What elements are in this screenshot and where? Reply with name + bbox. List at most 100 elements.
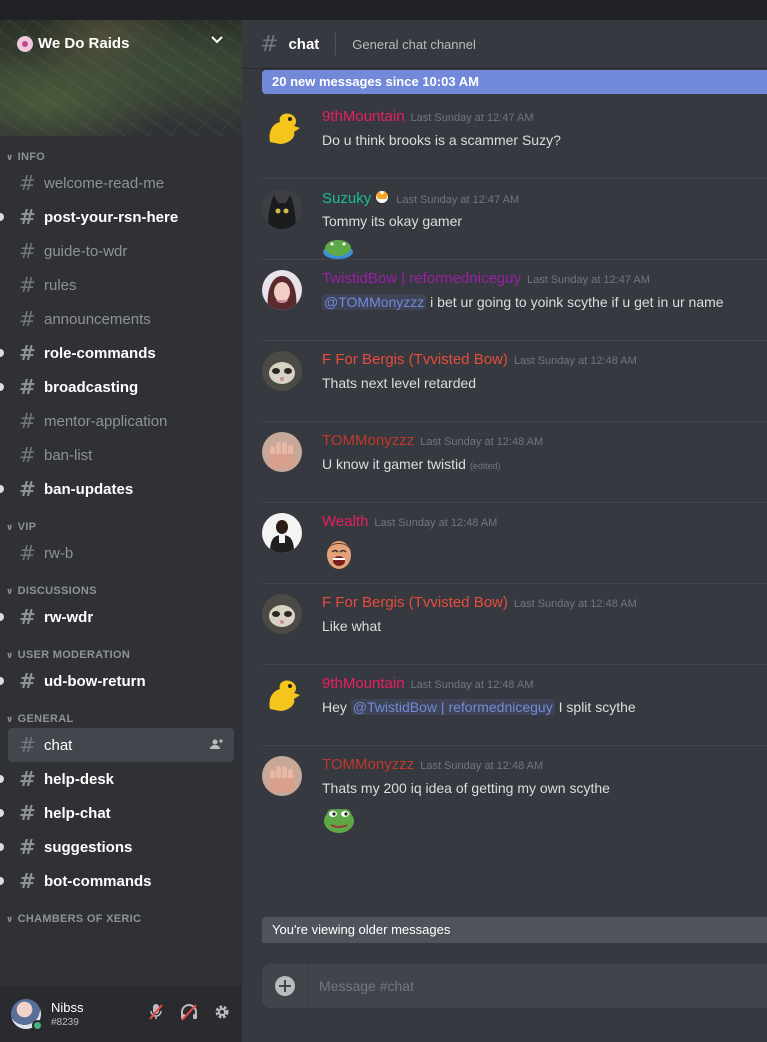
message-item: 9thMountain Last Sunday at 12:48 AM Hey @T… <box>242 664 767 746</box>
deafen-headphones-icon[interactable] <box>180 1003 198 1025</box>
channel-hash-icon: # <box>19 869 36 893</box>
channel-sidebar: We Do Raids ∨ INFO # welcome-read-me # post-y… <box>0 20 242 1042</box>
message-author[interactable]: TOMMonyzzz <box>322 432 414 449</box>
message-item: TOMMonyzzz Last Sunday at 12:48 AM Thats m… <box>242 745 767 833</box>
message-header: F For Bergis (Tvvisted Bow) Last Sunday a… <box>322 351 637 368</box>
channel-label: post-your-rsn-here <box>44 208 179 226</box>
message-text: Do u think brooks is a scammer Suzy? <box>322 132 561 148</box>
message-author[interactable]: F For Bergis (Tvvisted Bow) <box>322 351 508 368</box>
avatar[interactable] <box>262 189 302 229</box>
message-author[interactable]: TwistidBow | reformedniceguy <box>322 270 521 287</box>
chevron-down-icon: ∨ <box>6 650 14 660</box>
message-author[interactable]: F For Bergis (Tvvisted Bow) <box>322 594 508 611</box>
channel-hash-icon: # <box>19 835 36 859</box>
category-header[interactable]: ∨ USER MODERATION <box>0 634 242 664</box>
channel-hash-icon: # <box>19 477 36 501</box>
channel-item-chat[interactable]: # chat <box>8 728 234 762</box>
chevron-down-icon[interactable] <box>210 33 224 50</box>
channel-item-rw-wdr[interactable]: # rw-wdr <box>0 600 242 634</box>
category-header[interactable]: ∨ INFO <box>0 136 242 166</box>
message-content: @TOMMonyzzz i bet ur going to yoink scyt… <box>322 294 724 310</box>
channel-item-rules[interactable]: # rules <box>0 268 242 302</box>
channel-item-rw-b[interactable]: # rw-b <box>0 536 242 570</box>
message-author[interactable]: 9thMountain <box>322 108 405 125</box>
message-timestamp: Last Sunday at 12:47 AM <box>410 112 534 124</box>
channel-label: ban-list <box>44 446 93 464</box>
guild-header[interactable]: We Do Raids <box>0 20 242 136</box>
category-label: CHAMBERS OF XERIC <box>17 913 142 925</box>
message-item: F For Bergis (Tvvisted Bow) Last Sunday a… <box>242 340 767 422</box>
message-author[interactable]: Suzuky <box>322 190 371 207</box>
avatar[interactable] <box>262 270 302 310</box>
message-item: Suzuky Last Sunday at 12:47 AM Tommy its o… <box>242 178 767 260</box>
avatar[interactable] <box>262 675 302 715</box>
channel-label: rw-b <box>44 544 74 562</box>
message-author[interactable]: TOMMonyzzz <box>322 756 414 773</box>
channel-hash-icon: # <box>19 767 36 791</box>
message-timestamp: Last Sunday at 12:48 AM <box>513 355 637 367</box>
header-divider <box>335 33 337 55</box>
message-author[interactable]: Wealth <box>322 513 368 530</box>
channel-item-welcome-read-me[interactable]: # welcome-read-me <box>0 166 242 200</box>
avatar[interactable] <box>262 513 302 553</box>
user-mention[interactable]: @TwistidBow | reformedniceguy <box>350 699 555 715</box>
channel-label: rw-wdr <box>44 608 94 626</box>
attach-plus-icon[interactable] <box>275 976 295 996</box>
message-timestamp: Last Sunday at 12:48 AM <box>410 679 534 691</box>
guild-badge-icon <box>17 35 33 52</box>
channel-item-mentor-application[interactable]: # mentor-application <box>0 404 242 438</box>
channel-item-ban-updates[interactable]: # ban-updates <box>0 472 242 506</box>
channel-item-guide-to-wdr[interactable]: # guide-to-wdr <box>0 234 242 268</box>
message-header: TOMMonyzzz Last Sunday at 12:48 AM <box>322 756 543 773</box>
settings-gear-icon[interactable] <box>214 1004 230 1024</box>
invite-people-icon[interactable] <box>210 738 224 753</box>
category-header[interactable]: ∨ VIP <box>0 506 242 536</box>
channel-item-ud-bow-return[interactable]: # ud-bow-return <box>0 664 242 698</box>
channel-hash-icon: # <box>19 375 36 399</box>
message-header: Suzuky Last Sunday at 12:47 AM <box>322 189 519 208</box>
message-author[interactable]: 9thMountain <box>322 675 405 692</box>
channel-item-role-commands[interactable]: # role-commands <box>0 336 242 370</box>
chevron-down-icon: ∨ <box>6 714 14 724</box>
chevron-down-icon: ∨ <box>6 914 14 924</box>
avatar[interactable] <box>11 999 43 1031</box>
message-header: F For Bergis (Tvvisted Bow) Last Sunday a… <box>322 594 637 611</box>
mute-microphone-icon[interactable] <box>148 1003 164 1025</box>
guild-name[interactable]: We Do Raids <box>17 35 129 52</box>
channel-item-post-your-rsn-here[interactable]: # post-your-rsn-here <box>0 200 242 234</box>
user-mention[interactable]: @TOMMonyzzz <box>322 294 427 310</box>
message-input[interactable] <box>319 978 719 994</box>
channel-item-ban-list[interactable]: # ban-list <box>0 438 242 472</box>
message-text: I split scythe <box>554 699 636 715</box>
edited-marker: (edited) <box>469 461 501 471</box>
channel-item-bot-commands[interactable]: # bot-commands <box>0 864 242 898</box>
older-messages-banner[interactable]: You're viewing older messages <box>262 917 767 943</box>
channel-item-help-desk[interactable]: # help-desk <box>0 762 242 796</box>
avatar[interactable] <box>262 108 302 148</box>
channel-item-broadcasting[interactable]: # broadcasting <box>0 370 242 404</box>
category-header[interactable]: ∨ DISCUSSIONS <box>0 570 242 600</box>
message-text: Tommy its okay gamer <box>322 213 463 229</box>
channel-item-help-chat[interactable]: # help-chat <box>0 796 242 830</box>
channel-item-announcements[interactable]: # announcements <box>0 302 242 336</box>
avatar[interactable] <box>262 756 302 796</box>
category-header[interactable]: ∨ CHAMBERS OF XERIC <box>0 898 242 928</box>
channel-hash-icon: # <box>19 307 36 331</box>
message-text: Thats next level retarded <box>322 375 477 391</box>
category-header[interactable]: ∨ GENERAL <box>0 698 242 728</box>
channel-item-suggestions[interactable]: # suggestions <box>0 830 242 864</box>
avatar[interactable] <box>262 594 302 634</box>
frog-round-emoji-icon <box>322 804 356 839</box>
avatar[interactable] <box>262 432 302 472</box>
channel-hash-icon: # <box>19 733 36 757</box>
crown-badge-icon <box>374 189 390 208</box>
message-list: 9thMountain Last Sunday at 12:47 AM Do u t… <box>242 98 767 833</box>
new-messages-banner[interactable]: 20 new messages since 10:03 AM <box>262 70 767 94</box>
avatar[interactable] <box>262 351 302 391</box>
channel-label: chat <box>44 736 73 754</box>
composer-divider <box>307 964 308 1008</box>
message-header: TOMMonyzzz Last Sunday at 12:48 AM <box>322 432 543 449</box>
channel-label: announcements <box>44 310 151 328</box>
message-header: 9thMountain Last Sunday at 12:47 AM <box>322 108 533 125</box>
category-label: GENERAL <box>17 713 74 725</box>
